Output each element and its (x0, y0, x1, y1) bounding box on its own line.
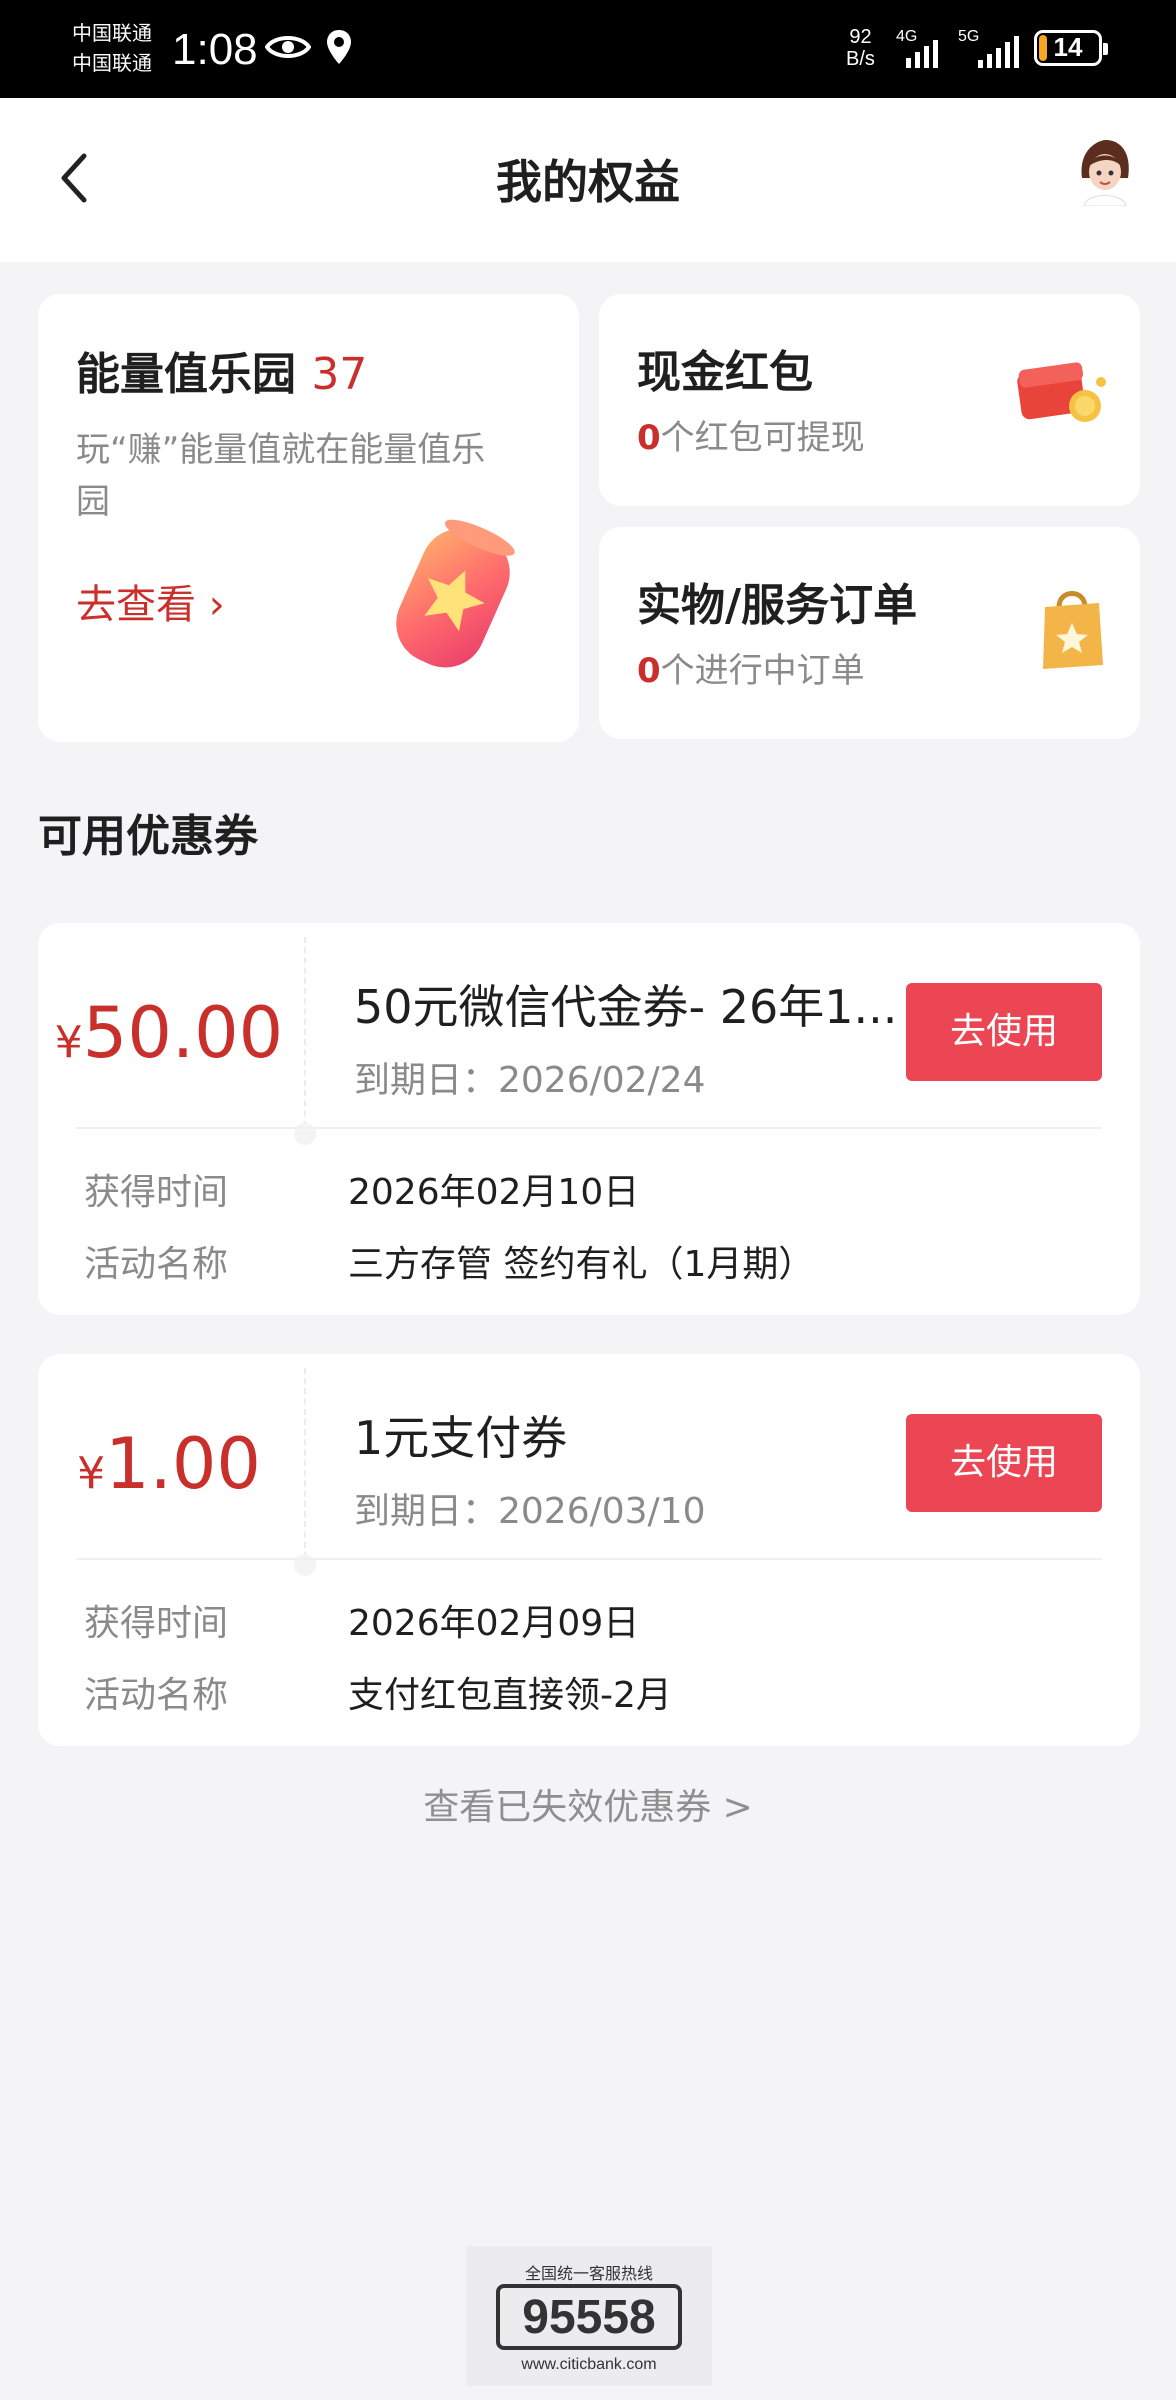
signal-icon: 4G (896, 28, 946, 68)
coupon-amount: ¥50.00 (38, 983, 300, 1093)
status-bar: 中国联通 中国联通 1:08 92 B/s 4G 5G 14 (0, 0, 1176, 98)
energy-jar-icon (368, 508, 538, 692)
coupon-name: 1元支付券 (354, 1411, 568, 1465)
coupon-divider (304, 1368, 306, 1568)
signal-icon: 5G (958, 28, 1019, 68)
coupon-separator (76, 1127, 1102, 1129)
acquired-time-value: 2026年02月10日 (348, 1172, 640, 1213)
coupon-separator (76, 1558, 1102, 1560)
coupon-divider (304, 937, 306, 1137)
coupon-amount: ¥1.00 (38, 1414, 300, 1524)
cash-count: 0 (637, 418, 661, 458)
carrier-2: 中国联通 (72, 51, 152, 75)
energy-title-text: 能量值乐园 (76, 349, 296, 400)
use-coupon-button[interactable]: 去使用 (906, 1414, 1102, 1512)
carrier-info: 中国联通 中国联通 (72, 18, 152, 78)
network-speed: 92 B/s (846, 26, 875, 70)
app-header: 我的权益 (0, 98, 1176, 262)
currency-symbol: ¥ (77, 1448, 106, 1499)
order-count: 0 (637, 651, 661, 691)
signal-type-2: 5G (958, 28, 980, 45)
cash-subtitle-text: 个红包可提现 (660, 418, 865, 458)
energy-park-card[interactable]: 能量值乐园 37 玩“赚”能量值就在能量值乐园 去查看 › (38, 294, 579, 742)
eye-icon (264, 32, 312, 66)
hotline-number: 95558 (496, 2284, 682, 2350)
coupon-expiry: 到期日：2026/03/10 (354, 1491, 706, 1532)
hotline-website: www.citicbank.com (521, 2356, 657, 2373)
order-subtitle-text: 个进行中订单 (660, 651, 865, 691)
acquired-time-value: 2026年02月09日 (348, 1603, 640, 1644)
speed-value: 92 (849, 26, 872, 48)
coupon-expiry: 到期日：2026/02/24 (354, 1060, 706, 1101)
coupon-amount-value: 50.00 (82, 992, 284, 1074)
battery-tip (1103, 43, 1108, 55)
hotline-logo: 全国统一客服热线 95558 www.citicbank.com (466, 2246, 712, 2386)
coupon-amount-value: 1.00 (105, 1423, 261, 1505)
cash-title: 现金红包 (637, 347, 813, 398)
coupons-section-title: 可用优惠券 (38, 811, 258, 862)
use-coupon-button[interactable]: 去使用 (906, 983, 1102, 1081)
view-link[interactable]: 去查看 › (76, 572, 225, 630)
coupon-card: ¥1.00 1元支付券 到期日：2026/03/10 去使用 获得时间 2026… (38, 1354, 1140, 1746)
status-time: 1:08 (172, 25, 258, 74)
energy-title: 能量值乐园 37 (76, 338, 367, 402)
acquired-time-label: 获得时间 (84, 1603, 229, 1644)
order-subtitle: 0个进行中订单 (637, 643, 865, 692)
activity-name-value: 支付红包直接领-2月 (348, 1675, 672, 1716)
acquired-time-label: 获得时间 (84, 1172, 229, 1213)
activity-name-label: 活动名称 (84, 1675, 229, 1716)
carrier-1: 中国联通 (72, 21, 152, 45)
energy-value: 37 (311, 349, 368, 400)
cash-subtitle: 0个红包可提现 (637, 410, 865, 459)
coupon-card: ¥50.00 50元微信代金券- 26年1... 到期日：2026/02/24 … (38, 923, 1140, 1315)
page-title: 我的权益 (496, 155, 680, 209)
avatar[interactable] (1074, 138, 1136, 207)
view-expired-coupons-link[interactable]: 查看已失效优惠券 > (0, 1778, 1176, 1830)
activity-name-value: 三方存管 签约有礼（1月期） (348, 1244, 815, 1285)
battery-level: 14 (1053, 32, 1083, 62)
red-packet-icon (1011, 352, 1111, 436)
order-card[interactable]: 实物/服务订单 0个进行中订单 (599, 527, 1140, 739)
coupon-name: 50元微信代金券- 26年1... (354, 980, 898, 1034)
hotline-caption: 全国统一客服热线 (524, 2264, 653, 2283)
order-title: 实物/服务订单 (637, 580, 918, 631)
shopping-bag-icon (1037, 579, 1107, 679)
speed-unit: B/s (846, 48, 875, 70)
currency-symbol: ¥ (54, 1017, 83, 1068)
battery-icon: 14 (1034, 30, 1108, 66)
activity-name-label: 活动名称 (84, 1244, 229, 1285)
assistant-avatar-icon (1081, 140, 1129, 207)
cash-red-packet-card[interactable]: 现金红包 0个红包可提现 (599, 294, 1140, 506)
location-icon (325, 28, 353, 70)
